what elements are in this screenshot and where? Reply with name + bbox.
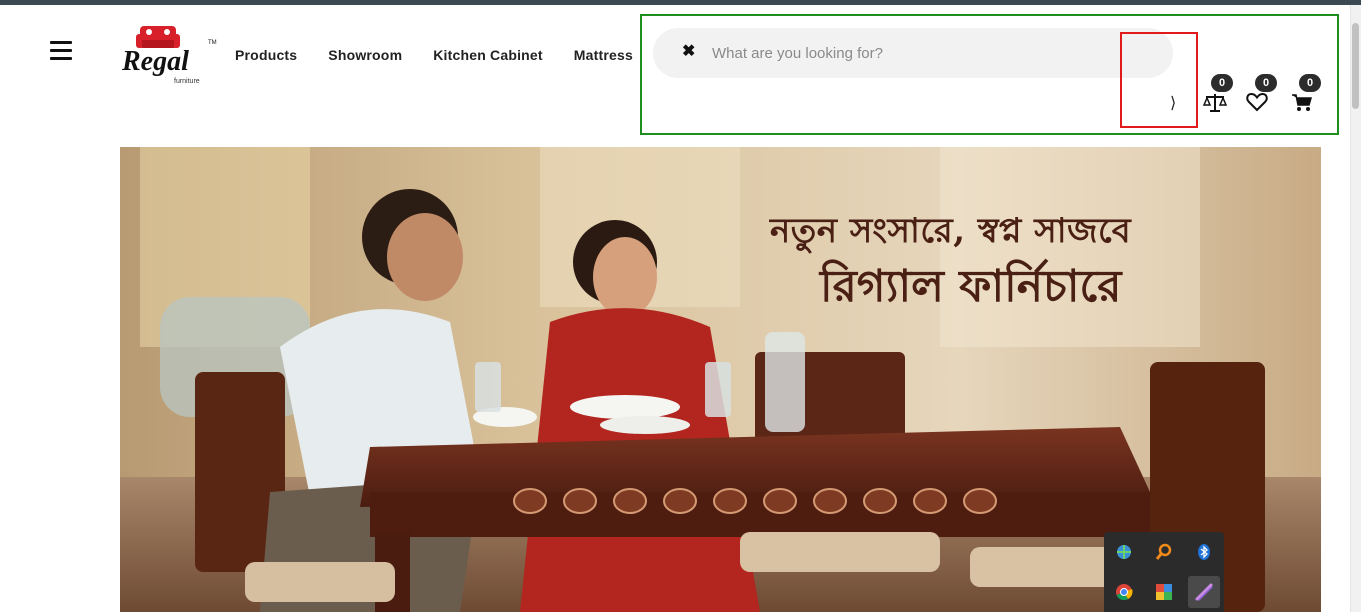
banner-subheadline: রিগ্যাল ফার্নিচারে: [820, 261, 1122, 312]
chrome-icon[interactable]: [1112, 580, 1136, 604]
svg-text:furniture: furniture: [174, 78, 200, 85]
svg-text:Regal: Regal: [121, 46, 189, 77]
close-icon[interactable]: ✖: [682, 44, 696, 60]
nav-kitchen-cabinet[interactable]: Kitchen Cabinet: [433, 47, 543, 63]
bluetooth-icon[interactable]: [1192, 540, 1216, 564]
network-icon[interactable]: [1112, 540, 1136, 564]
page-scrollbar[interactable]: [1350, 5, 1361, 612]
regal-logo[interactable]: Regal TM furniture: [120, 22, 220, 86]
svg-text:TM: TM: [208, 40, 217, 46]
compare-button[interactable]: [1202, 92, 1229, 114]
wishlist-count-badge: 0: [1255, 74, 1277, 92]
scale-icon: [1202, 94, 1228, 112]
cart-count-badge: 0: [1299, 74, 1321, 92]
search-icon[interactable]: [1152, 540, 1176, 564]
main-nav: Products Showroom Kitchen Cabinet Mattre…: [235, 47, 664, 63]
nav-mattress[interactable]: Mattress: [574, 47, 633, 63]
scrollbar-thumb[interactable]: [1352, 23, 1359, 109]
pen-icon[interactable]: [1188, 576, 1220, 608]
search-input[interactable]: [712, 40, 1152, 66]
cart-button[interactable]: [1291, 92, 1317, 114]
heart-icon: [1246, 92, 1268, 112]
nav-products[interactable]: Products: [235, 47, 297, 63]
cart-icon: [1292, 94, 1312, 111]
app-icon[interactable]: [1152, 580, 1176, 604]
compare-count-badge: 0: [1211, 74, 1233, 92]
menu-icon[interactable]: [50, 41, 72, 63]
cursor-icon: ⟩: [1170, 95, 1177, 112]
system-tray-overflow: [1104, 532, 1224, 612]
nav-showroom[interactable]: Showroom: [328, 47, 402, 63]
wishlist-button[interactable]: [1246, 92, 1272, 114]
browser-top-bar: [0, 0, 1361, 5]
target-highlight: [1120, 32, 1198, 128]
